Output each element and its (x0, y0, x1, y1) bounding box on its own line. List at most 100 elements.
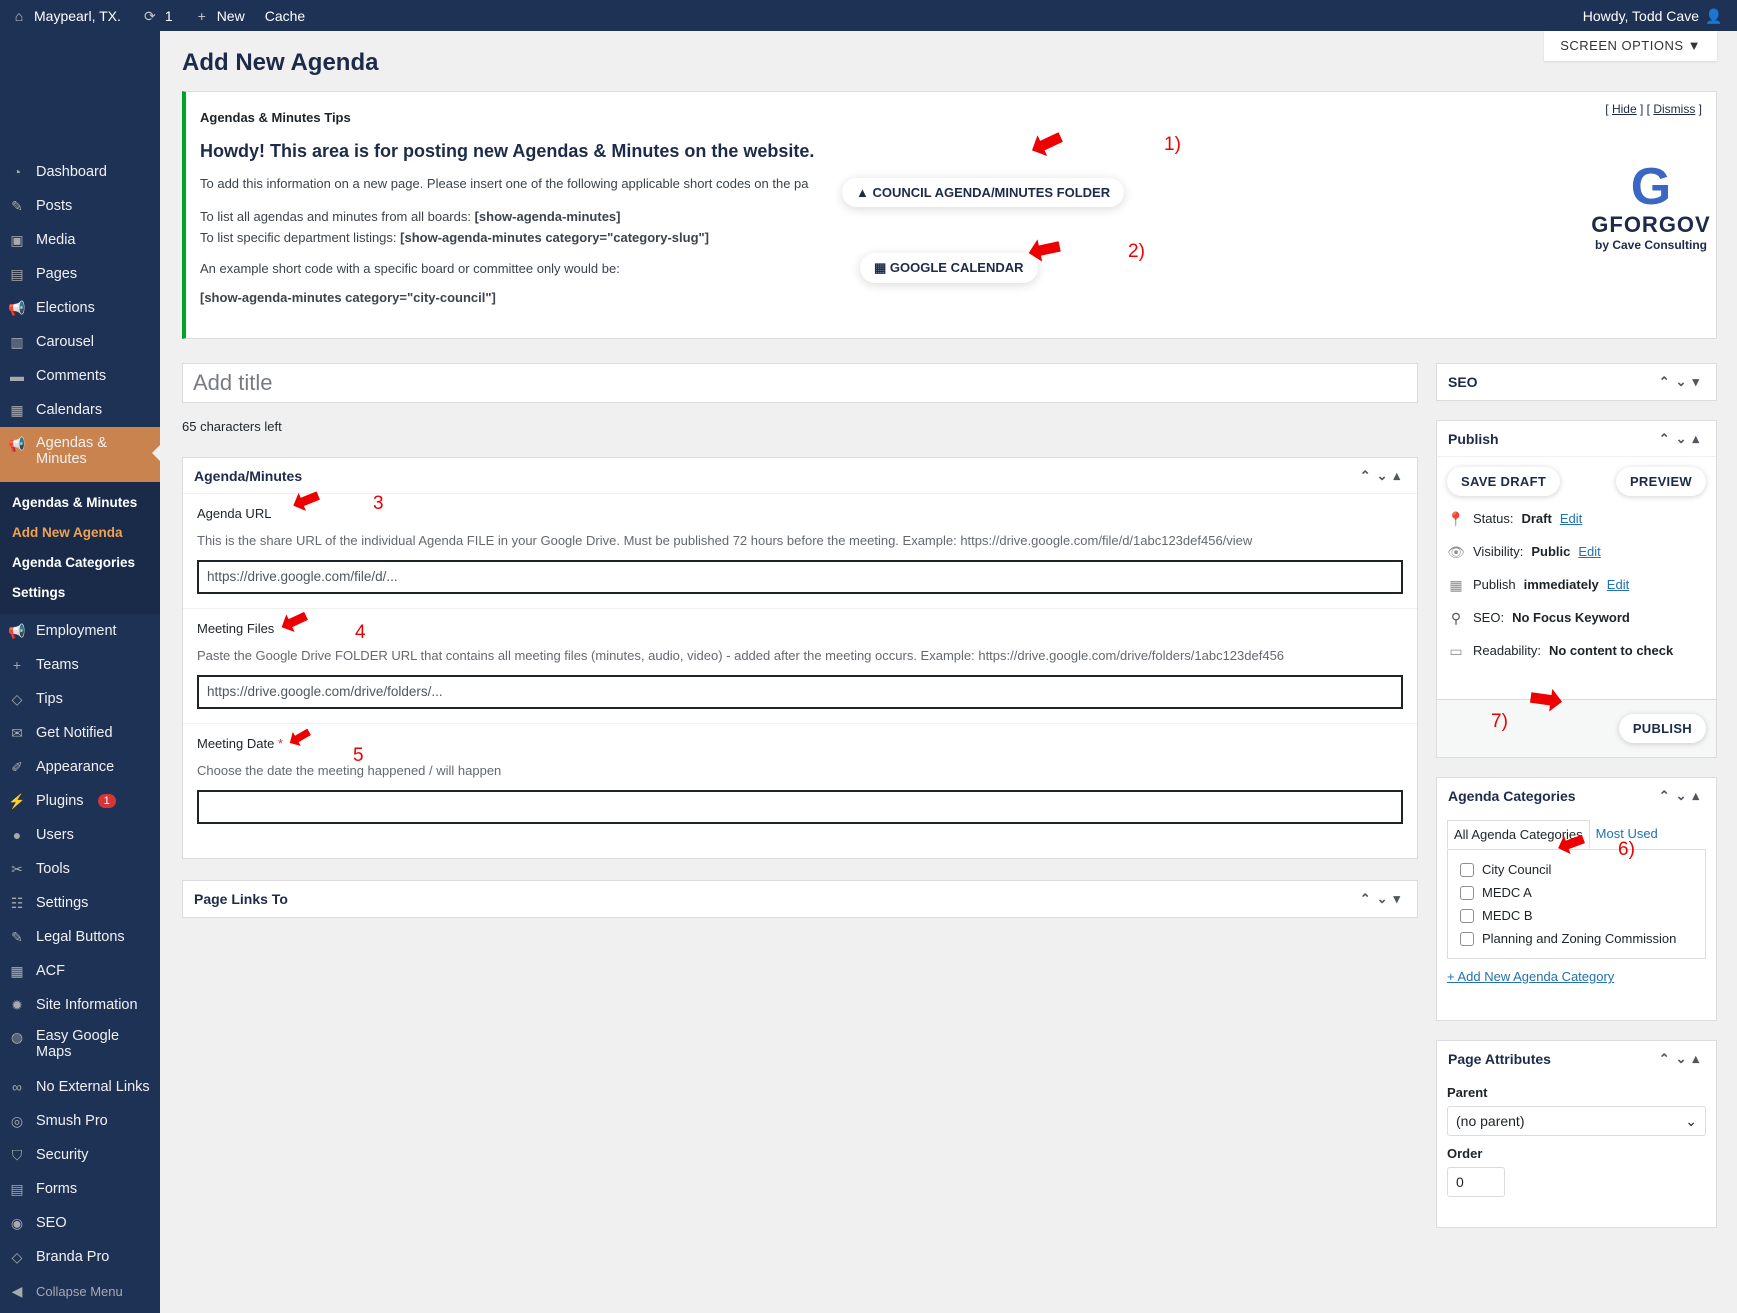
box-controls[interactable]: ⌃⌄▴ (1360, 468, 1406, 484)
edit-icon: ✎ (11, 929, 23, 945)
edit-publish-time-link[interactable]: Edit (1607, 577, 1629, 592)
page-links-box: Page Links To ⌃⌄▾ (182, 880, 1418, 918)
sidebar-item-site-information[interactable]: ✹ Site Information (0, 988, 160, 1022)
sidebar-item-agendas-minutes[interactable]: 📢 Agendas & Minutes (0, 427, 160, 482)
sidebar-item-users[interactable]: ● Users (0, 818, 160, 852)
sidebar-item-pages[interactable]: ▤ Pages (0, 257, 160, 291)
box-controls[interactable]: ⌃⌄▾ (1360, 891, 1406, 907)
sidebar-item-tools[interactable]: ✂ Tools (0, 852, 160, 886)
agenda-categories-box: Agenda Categories ⌃⌄▴ All Agenda Categori… (1436, 777, 1717, 1021)
chars-left: 65 characters left (182, 419, 282, 434)
agenda-url-field: Agenda URL This is the share URL of the … (183, 494, 1417, 609)
sidebar-item-get-notified[interactable]: ✉ Get Notified (0, 716, 160, 750)
save-draft-button[interactable]: SAVE DRAFT (1447, 467, 1561, 496)
parent-label: Parent (1447, 1085, 1488, 1100)
order-input[interactable]: 0 (1447, 1167, 1505, 1197)
add-category-link[interactable]: + Add New Agenda Category (1447, 969, 1706, 984)
comment-icon: ▬ (10, 368, 24, 384)
annotation-2: 2) (1128, 241, 1145, 262)
box-controls[interactable]: ⌃⌄▾ (1659, 374, 1705, 390)
sidebar-item-carousel[interactable]: ▥ Carousel (0, 325, 160, 359)
submenu-item-add-new-agenda[interactable]: Add New Agenda (12, 518, 160, 548)
council-folder-button[interactable]: ▲ COUNCIL AGENDA/MINUTES FOLDER (842, 178, 1125, 207)
site-name-link[interactable]: ⌂ Maypearl, TX. (0, 0, 131, 31)
category-item[interactable]: Planning and Zoning Commission (1460, 927, 1693, 950)
publish-box: Publish ⌃⌄▴ SAVE DRAFT PREVIEW 📍 Status: Dr… (1436, 420, 1717, 758)
publish-button[interactable]: PUBLISH (1618, 714, 1706, 743)
box-controls[interactable]: ⌃⌄▴ (1659, 788, 1705, 804)
category-item[interactable]: MEDC A (1460, 881, 1693, 904)
tips-howdy: Howdy! This area is for posting new Agen… (200, 141, 815, 161)
calendar-icon: ▦ (10, 402, 24, 418)
submenu-item-settings[interactable]: Settings (12, 578, 160, 608)
sidebar-item-calendars[interactable]: ▦ Calendars (0, 393, 160, 427)
account-menu[interactable]: Howdy, Todd Cave 👤 (1573, 0, 1737, 31)
submenu-item-agenda-categories[interactable]: Agenda Categories (12, 548, 160, 578)
collapse-menu-button[interactable]: ◀ Collapse Menu (0, 1274, 160, 1308)
sidebar-item-appearance[interactable]: ✐ Appearance (0, 750, 160, 784)
seo-row: ⚲ SEO: No Focus Keyword (1437, 601, 1716, 634)
sidebar-item-plugins[interactable]: ⚡ Plugins 1 (0, 784, 160, 818)
sidebar-item-no-external-links[interactable]: ∞ No External Links (0, 1070, 160, 1104)
shield-icon: ⛉ (11, 1147, 23, 1163)
sidebar-item-security[interactable]: ⛉ Security (0, 1138, 160, 1172)
new-content-link[interactable]: + New (183, 0, 255, 31)
collapse-icon: ◀ (11, 1283, 23, 1299)
notice-actions: [ Hide ] [ Dismiss ] (1605, 102, 1702, 116)
annotation-3: 3 (373, 493, 384, 514)
google-calendar-button[interactable]: ▦ GOOGLE CALENDAR (860, 253, 1038, 283)
sidebar-item-settings[interactable]: ☷ Settings (0, 886, 160, 920)
screen-options-button[interactable]: SCREEN OPTIONS ▼ (1544, 31, 1717, 61)
sidebar-item-tips[interactable]: ◇ Tips (0, 682, 160, 716)
page-title: Add New Agenda (182, 49, 379, 76)
meeting-files-input[interactable]: https://drive.google.com/drive/folders/.… (197, 675, 1403, 709)
category-checkbox[interactable] (1460, 885, 1474, 900)
sidebar-item-easy-google-maps[interactable]: ◍ Easy Google Maps (0, 1022, 160, 1070)
preview-button[interactable]: PREVIEW (1615, 467, 1706, 496)
sidebar-item-acf[interactable]: ▦ ACF (0, 954, 160, 988)
agenda-url-input[interactable]: https://drive.google.com/file/d/... (197, 560, 1403, 594)
annotation-7: 7) (1491, 711, 1508, 732)
sidebar-item-comments[interactable]: ▬ Comments (0, 359, 160, 393)
settings-icon: ☷ (10, 895, 24, 911)
meeting-date-input[interactable] (197, 790, 1403, 824)
sidebar-item-branda-pro[interactable]: ◇ Branda Pro (0, 1240, 160, 1274)
category-checkbox[interactable] (1460, 908, 1474, 923)
submenu-item-agendas-minutes[interactable]: Agendas & Minutes (12, 488, 160, 518)
pages-icon: ▤ (10, 266, 24, 282)
parent-select[interactable]: (no parent) ⌄ (1447, 1106, 1706, 1136)
update-icon: ⟳ (144, 7, 156, 24)
sidebar-item-forms[interactable]: ▤ Forms (0, 1172, 160, 1206)
sidebar-item-seo[interactable]: ◉ SEO (0, 1206, 160, 1240)
meeting-date-field: Meeting Date * Choose the date the meeti… (183, 724, 1417, 838)
dismiss-link[interactable]: Dismiss (1653, 102, 1695, 116)
category-item[interactable]: City Council (1460, 858, 1693, 881)
dashboard-icon: ◔ (12, 164, 22, 180)
media-icon: ▣ (10, 232, 24, 248)
sidebar-item-elections[interactable]: 📢 Elections (0, 291, 160, 325)
hide-link[interactable]: Hide (1612, 102, 1637, 116)
sidebar-item-dashboard[interactable]: ◔ Dashboard (0, 155, 160, 189)
category-item[interactable]: MEDC B (1460, 904, 1693, 927)
megaphone-icon: 📢 (8, 623, 26, 639)
sidebar-item-posts[interactable]: ✎ Posts (0, 189, 160, 223)
category-checkbox[interactable] (1460, 931, 1474, 946)
status-row: 📍 Status: Draft Edit (1447, 510, 1583, 527)
tag-icon: ◇ (11, 1249, 23, 1265)
updates-link[interactable]: ⟳ 1 (131, 0, 183, 31)
box-controls[interactable]: ⌃⌄▴ (1659, 1051, 1705, 1067)
edit-status-link[interactable]: Edit (1560, 511, 1582, 526)
edit-visibility-link[interactable]: Edit (1578, 544, 1600, 559)
box-controls[interactable]: ⌃⌄▴ (1659, 431, 1705, 447)
agenda-box-header: Agenda/Minutes ⌃⌄▴ (183, 458, 1417, 494)
sidebar-item-legal-buttons[interactable]: ✎ Legal Buttons (0, 920, 160, 954)
annotation-5: 5 (353, 745, 364, 766)
cache-link[interactable]: Cache (255, 0, 315, 31)
admin-menu: ◔ Dashboard ✎ Posts ▣ Media ▤ Pages 📢 Elections ▥ C… (0, 155, 160, 1308)
sidebar-item-teams[interactable]: + Teams (0, 648, 160, 682)
sidebar-item-media[interactable]: ▣ Media (0, 223, 160, 257)
sidebar-item-employment[interactable]: 📢 Employment (0, 614, 160, 648)
category-checkbox[interactable] (1460, 862, 1474, 877)
sidebar-item-smush-pro[interactable]: ◎ Smush Pro (0, 1104, 160, 1138)
title-input[interactable]: Add title (182, 363, 1418, 403)
